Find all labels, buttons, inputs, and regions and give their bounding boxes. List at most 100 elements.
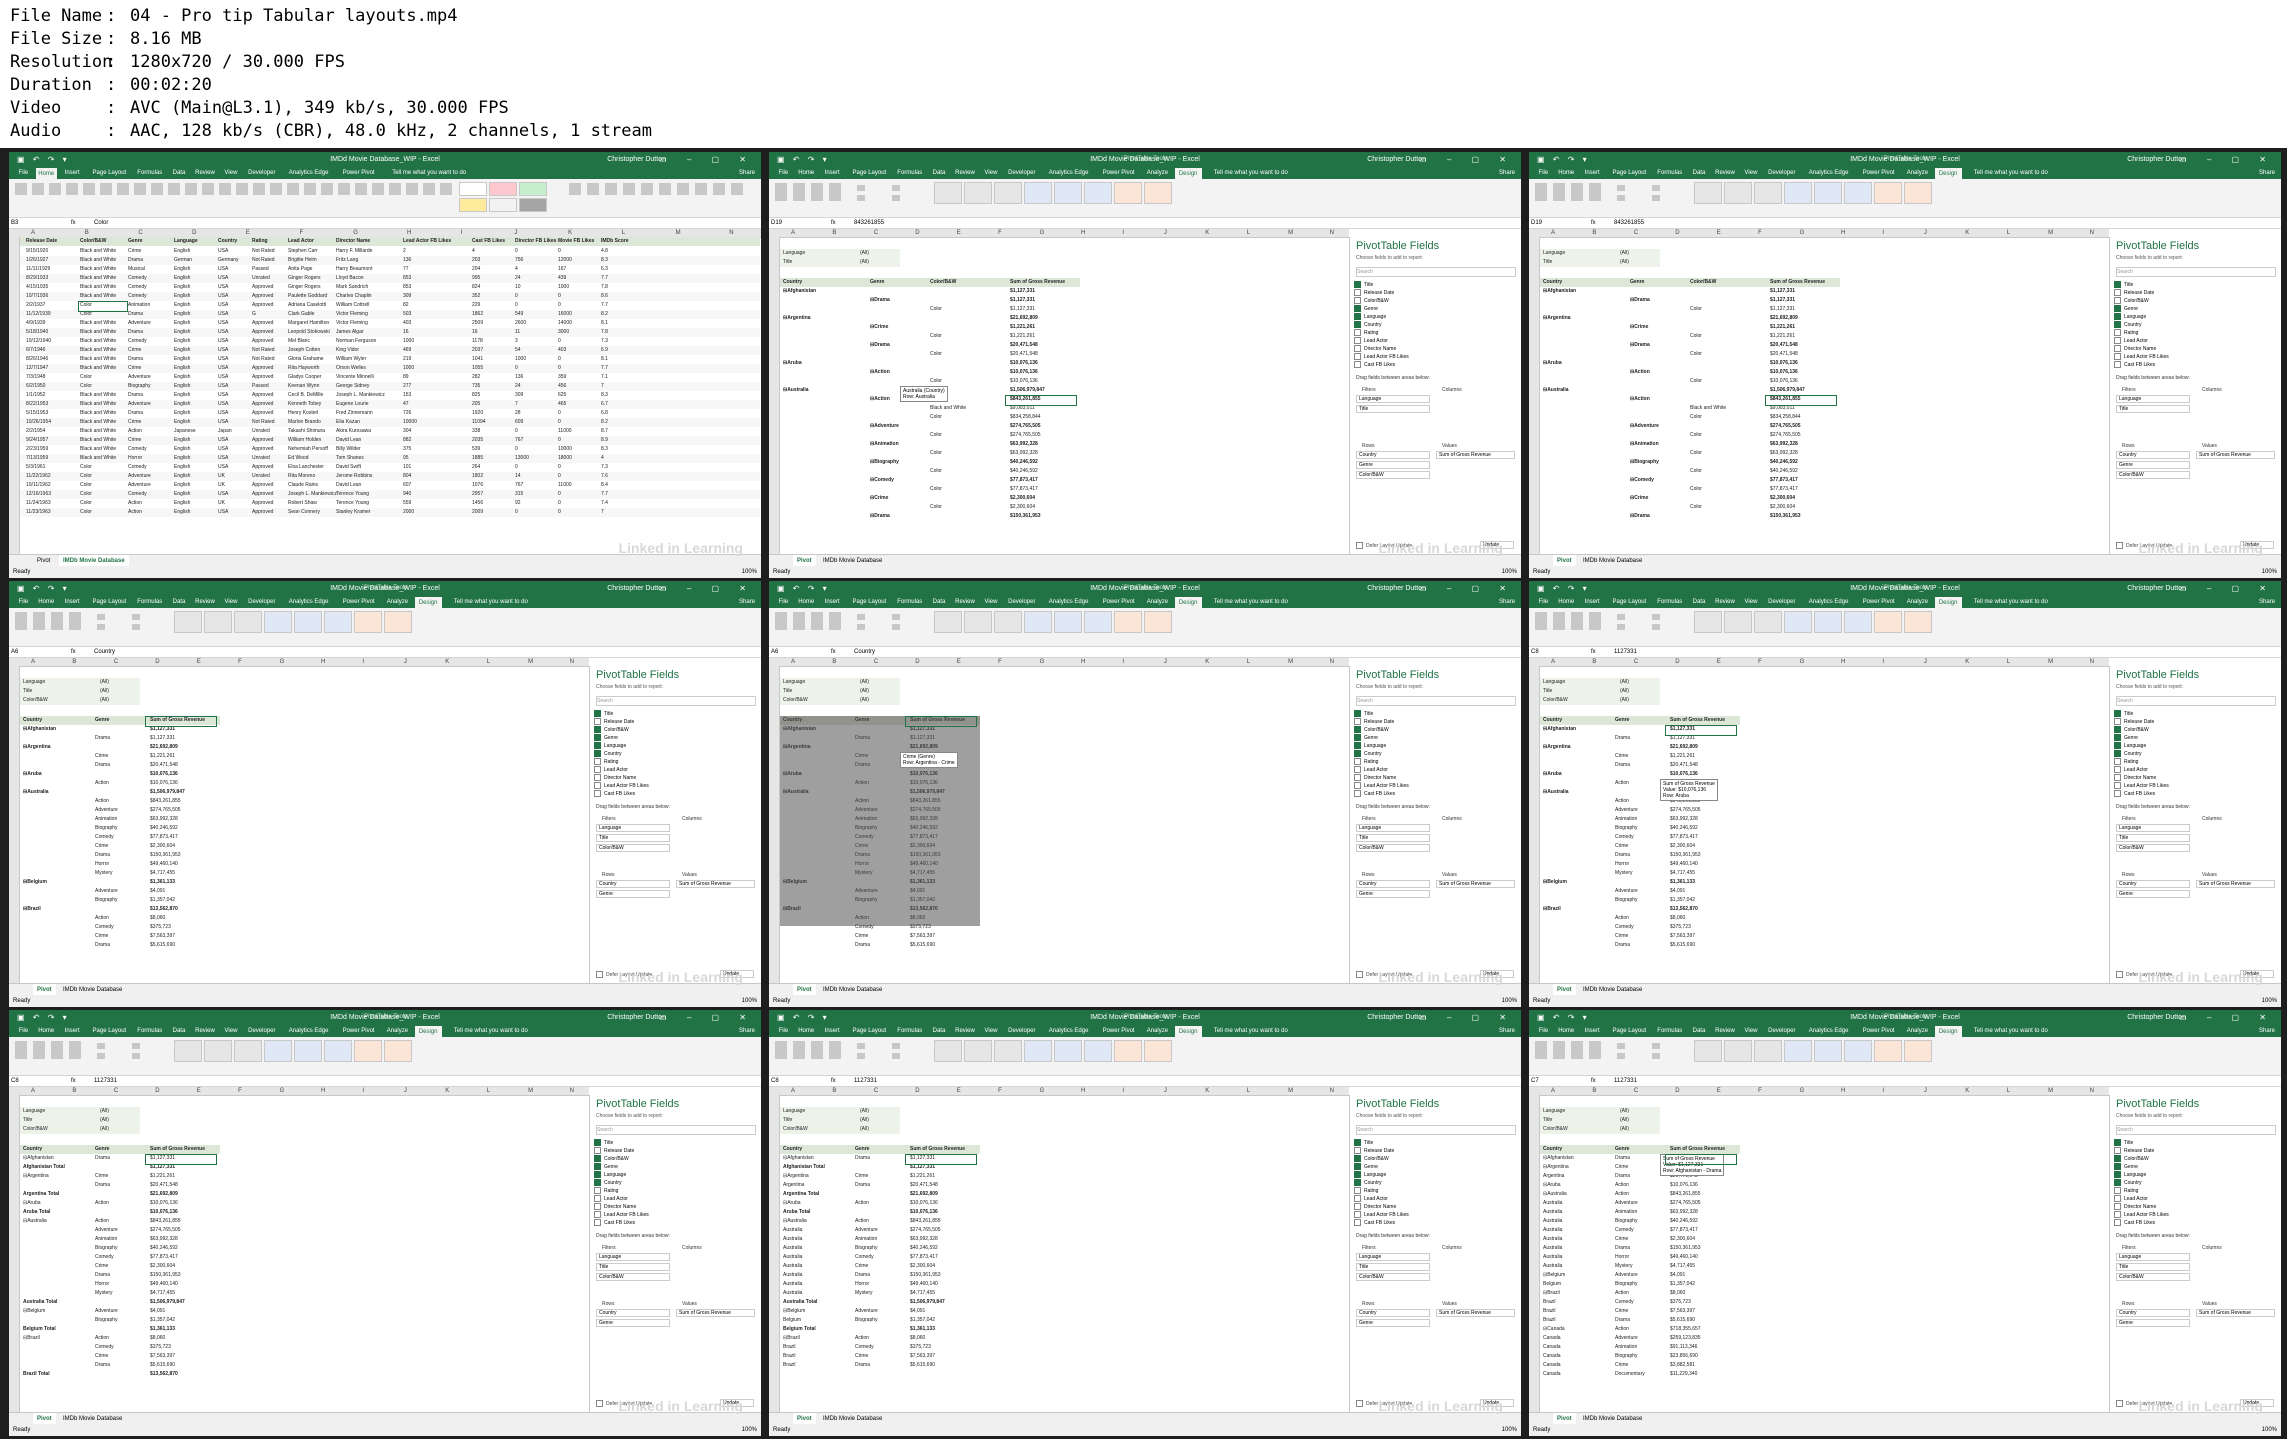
table-cell[interactable]: 47 xyxy=(403,400,409,409)
table-cell[interactable]: William Cottrell xyxy=(336,301,369,310)
table-cell[interactable]: 0 xyxy=(515,364,518,373)
pivot-country-cell[interactable]: Australia xyxy=(783,1226,802,1235)
column-letter[interactable]: C xyxy=(138,229,142,237)
pivot-row[interactable]: Aruba Total $10,076,136 xyxy=(780,1208,980,1217)
pivot-row[interactable]: ⊟Brazil Action $8,060 xyxy=(20,1334,220,1343)
pivot-value-cell[interactable]: $8,060 xyxy=(150,1334,165,1343)
pivot-row[interactable]: Brazil Comedy $375,723 xyxy=(780,1343,980,1352)
field-checkbox[interactable] xyxy=(2114,726,2121,733)
table-cell[interactable]: 54 xyxy=(515,346,521,355)
pivot-row[interactable]: Australia Mystery $4,717,455 xyxy=(780,1289,980,1298)
ribbon-tab[interactable]: File xyxy=(13,167,34,179)
table-cell[interactable]: USA xyxy=(218,409,228,418)
pivot-style-swatch[interactable] xyxy=(324,611,352,633)
ribbon-tab[interactable]: View xyxy=(981,596,1002,608)
field-list-item[interactable]: Director Name xyxy=(1354,345,1514,352)
column-letter[interactable]: L xyxy=(1247,229,1250,237)
table-cell[interactable]: Approved xyxy=(252,292,273,301)
ribbon-button[interactable] xyxy=(713,183,725,195)
pivot-value-cell[interactable]: $77,873,417 xyxy=(1010,485,1038,494)
ribbon-button[interactable] xyxy=(695,183,707,195)
pivot-value-cell[interactable]: $63,992,328 xyxy=(1670,815,1698,824)
pivot-color-cell[interactable]: Color xyxy=(1690,467,1702,476)
share-button[interactable]: Share xyxy=(1499,167,1515,179)
style-option-checkbox[interactable] xyxy=(132,1053,140,1059)
field-checkbox[interactable] xyxy=(1354,1163,1361,1170)
table-cell[interactable]: Drama xyxy=(128,355,143,364)
pivot-country-cell[interactable]: ⊟Argentina xyxy=(23,1172,49,1181)
field-list-item[interactable]: Country xyxy=(2114,750,2274,757)
ribbon-tab[interactable]: Review xyxy=(1711,596,1738,608)
pivot-value-cell[interactable]: $49,460,140 xyxy=(1670,860,1698,869)
table-cell[interactable]: Black and White xyxy=(80,319,116,328)
layout-button[interactable] xyxy=(829,183,841,201)
pivot-row[interactable]: Crime $7,563,397 xyxy=(20,932,220,941)
table-cell[interactable]: 1000 xyxy=(515,355,526,364)
pivot-value-cell[interactable]: $7,563,397 xyxy=(150,1352,175,1361)
table-cell[interactable]: 14000 xyxy=(558,319,572,328)
table-cell[interactable]: 7.7 xyxy=(601,364,608,373)
table-cell[interactable]: Mark Sandrich xyxy=(336,283,368,292)
style-option-checkbox[interactable] xyxy=(132,624,140,630)
pivot-row[interactable]: Color $274,765,505 xyxy=(1540,431,1840,440)
table-cell[interactable]: Victor Fleming xyxy=(336,319,368,328)
ribbon-tab[interactable]: Page Layout xyxy=(1608,596,1651,608)
pivot-genre-cell[interactable]: Action xyxy=(1615,1325,1629,1334)
ribbon-button[interactable] xyxy=(66,183,78,195)
pivot-value-cell[interactable]: $274,765,505 xyxy=(1770,422,1801,431)
table-cell[interactable]: English xyxy=(174,310,190,319)
ribbon-tab[interactable]: Developer xyxy=(1763,1025,1800,1037)
pivot-genre-cell[interactable]: Drama xyxy=(95,1154,110,1163)
style-option-checkbox[interactable] xyxy=(857,1053,865,1059)
column-letter[interactable]: C xyxy=(1634,1087,1638,1095)
table-cell[interactable]: Black and White xyxy=(80,292,116,301)
pivot-value-cell[interactable]: $77,873,417 xyxy=(1770,485,1798,494)
column-letter[interactable]: H xyxy=(1841,1087,1845,1095)
pivot-country-cell[interactable]: Country xyxy=(1543,1145,1562,1154)
ribbon-button[interactable] xyxy=(569,183,581,195)
pivot-row[interactable]: ⊟Animation $63,992,328 xyxy=(780,440,1080,449)
pivot-country-cell[interactable]: ⊟Belgium xyxy=(1543,1271,1565,1280)
field-checkbox[interactable] xyxy=(594,1187,601,1194)
pivot-value-cell[interactable]: $1,221,261 xyxy=(150,1172,175,1181)
row-area-field[interactable]: Genre xyxy=(2116,890,2190,898)
table-cell[interactable]: English xyxy=(174,391,190,400)
column-letter[interactable]: K xyxy=(1965,229,1969,237)
pivot-value-cell[interactable]: $4,091 xyxy=(1670,887,1685,896)
pivot-row[interactable]: Biography$40,246,592 xyxy=(1540,824,1740,833)
value-area-field[interactable]: Sum of Gross Revenue xyxy=(676,1309,755,1317)
layout-button[interactable] xyxy=(829,1041,841,1059)
column-letter[interactable]: D xyxy=(155,658,159,666)
table-cell[interactable]: 549 xyxy=(515,310,523,319)
field-list-item[interactable]: Genre xyxy=(2114,1163,2274,1170)
pivot-value-cell[interactable]: $21,692,809 xyxy=(910,1190,938,1199)
table-cell[interactable]: 153 xyxy=(403,391,411,400)
defer-checkbox[interactable] xyxy=(1356,1400,1363,1407)
pivot-value-cell[interactable]: $11,229,340 xyxy=(1670,1370,1697,1379)
table-cell[interactable]: 0 xyxy=(515,427,518,436)
table-cell[interactable]: 309 xyxy=(515,391,523,400)
pivot-style-swatch[interactable] xyxy=(1144,611,1172,633)
field-list-item[interactable]: Lead Actor xyxy=(1354,766,1514,773)
pivot-color-cell[interactable]: Color xyxy=(930,377,942,386)
pivot-value-cell[interactable]: $63,992,328 xyxy=(1010,440,1038,449)
ribbon-tab[interactable]: File xyxy=(1533,1025,1554,1037)
column-header[interactable]: Country xyxy=(218,237,237,246)
pivot-style-swatch[interactable] xyxy=(964,1040,992,1062)
table-cell[interactable]: Robert Shaw xyxy=(288,499,317,508)
cell-style-swatch[interactable] xyxy=(489,198,517,212)
column-letter[interactable]: B xyxy=(72,1087,76,1095)
ribbon-tab[interactable]: Power Pivot xyxy=(1097,167,1140,179)
pivot-row[interactable]: Color $834,258,844 xyxy=(1540,413,1840,422)
pivot-genre-cell[interactable]: ⊟Adventure xyxy=(870,422,899,431)
pivot-row[interactable]: ⊟Drama $20,471,548 xyxy=(780,341,1080,350)
table-cell[interactable]: 7/13/1959 xyxy=(26,454,48,463)
pivot-genre-cell[interactable]: Drama xyxy=(1615,761,1630,770)
pivot-genre-cell[interactable]: Adventure xyxy=(1615,1199,1638,1208)
table-cell[interactable]: English xyxy=(174,454,190,463)
ribbon-tab[interactable]: Insert xyxy=(819,1025,846,1037)
pivot-row[interactable]: ⊟Aruba Action $10,076,136 xyxy=(20,1199,220,1208)
field-checkbox[interactable] xyxy=(1354,353,1361,360)
table-cell[interactable]: USA xyxy=(218,310,228,319)
pivot-genre-cell[interactable]: Crime xyxy=(1615,1307,1628,1316)
